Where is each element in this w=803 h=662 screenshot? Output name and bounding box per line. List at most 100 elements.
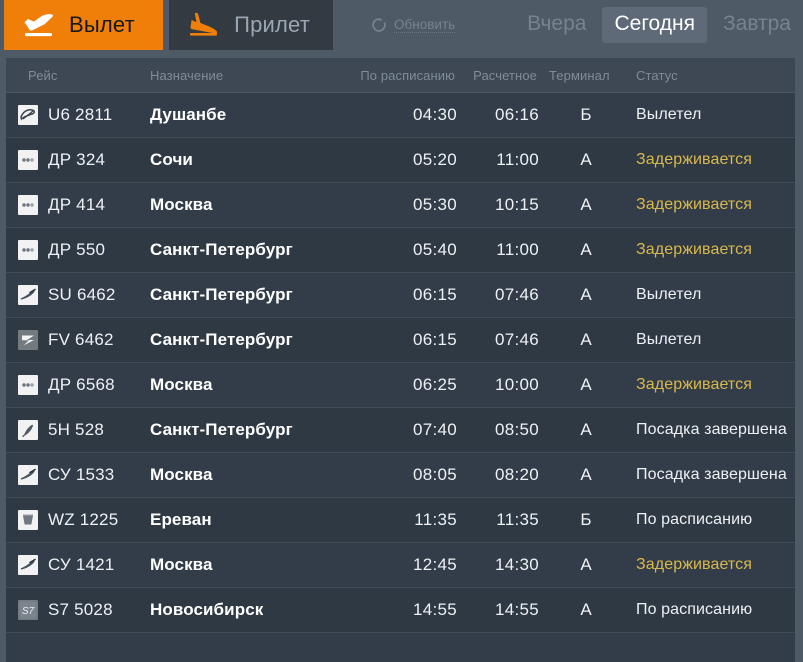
cell-terminal: А	[539, 420, 633, 440]
flight-board: Вылет Прилет Обновить Вчера Сегодня Завт…	[0, 0, 803, 662]
cell-scheduled-text: 06:15	[412, 285, 457, 304]
cell-destination-text: Санкт-Петербург	[150, 420, 293, 439]
cell-estimated-text: 10:15	[494, 195, 539, 214]
cell-destination: Новосибирск	[150, 600, 345, 620]
day-button-today[interactable]: Сегодня	[602, 7, 707, 43]
cell-flight: ДР 550	[6, 240, 150, 260]
cell-status: Задерживается	[633, 196, 795, 214]
cell-flight: U6 2811	[6, 105, 150, 125]
cell-status-text: Посадка завершена	[636, 466, 787, 483]
table-header-row: Рейс Назначение По расписанию Расчетное …	[6, 58, 795, 93]
column-header-flight[interactable]: Рейс	[6, 68, 150, 83]
table-row[interactable]: FV 6462 Санкт-Петербург 06:15 07:46 А Вылетел	[6, 318, 795, 363]
cell-terminal-text: А	[580, 420, 592, 439]
refresh-icon	[371, 17, 387, 33]
cell-scheduled-text: 05:40	[412, 240, 457, 259]
table-row[interactable]: ДР 550 Санкт-Петербург 05:40 11:00 А Задержив…	[6, 228, 795, 273]
column-header-estimated[interactable]: Расчетное	[457, 68, 539, 83]
cell-scheduled: 07:40	[345, 420, 457, 440]
cell-estimated-text: 07:46	[494, 285, 539, 304]
cell-status-text: Вылетел	[636, 286, 702, 303]
cell-status: Задерживается	[633, 151, 795, 169]
cell-terminal-text: А	[580, 285, 592, 304]
table-row[interactable]: SU 6462 Санкт-Петербург 06:15 07:46 А Вылетел	[6, 273, 795, 318]
cell-terminal: Б	[539, 510, 633, 530]
cell-status-text: Вылетел	[636, 331, 702, 348]
cell-estimated-text: 14:30	[494, 555, 539, 574]
cell-terminal: Б	[539, 105, 633, 125]
airline-logo-su	[18, 465, 38, 485]
cell-terminal-text: А	[580, 465, 592, 484]
cell-estimated: 11:35	[457, 510, 539, 530]
flight-number: ДР 324	[48, 150, 106, 169]
cell-estimated-text: 14:55	[494, 600, 539, 619]
cell-estimated: 10:15	[457, 195, 539, 215]
cell-scheduled-text: 07:40	[412, 420, 457, 439]
cell-flight: 5H 528	[6, 420, 150, 440]
cell-terminal: А	[539, 240, 633, 260]
airline-logo-fv	[18, 330, 38, 350]
table-row[interactable]: WZ 1225 Ереван 11:35 11:35 Б По расписанию	[6, 498, 795, 543]
cell-destination-text: Санкт-Петербург	[150, 330, 293, 349]
table-row[interactable]: СУ 1421 Москва 12:45 14:30 А Задерживается	[6, 543, 795, 588]
cell-scheduled-text: 11:35	[414, 510, 457, 529]
table-row[interactable]: ДР 414 Москва 05:30 10:15 А Задерживается	[6, 183, 795, 228]
flight-number: S7 5028	[48, 600, 113, 619]
cell-scheduled: 14:55	[345, 600, 457, 620]
column-header-status[interactable]: Статус	[633, 68, 795, 83]
flight-number: WZ 1225	[48, 510, 119, 529]
column-header-destination[interactable]: Назначение	[150, 68, 345, 83]
tab-arrival-label: Прилет	[234, 12, 311, 37]
airline-logo-su	[18, 555, 38, 575]
cell-destination: Москва	[150, 555, 345, 575]
column-header-scheduled[interactable]: По расписанию	[345, 68, 457, 83]
cell-flight: SU 6462	[6, 285, 150, 305]
cell-terminal-text: А	[580, 600, 592, 619]
cell-terminal: А	[539, 555, 633, 575]
cell-scheduled: 12:45	[345, 555, 457, 575]
cell-terminal: А	[539, 600, 633, 620]
cell-scheduled-text: 08:05	[412, 465, 457, 484]
column-header-terminal[interactable]: Терминал	[539, 68, 633, 83]
day-button-yesterday[interactable]: Вчера	[515, 7, 598, 43]
cell-destination: Санкт-Петербург	[150, 330, 345, 350]
cell-status-text: Посадка завершена	[636, 421, 787, 438]
svg-text:S7: S7	[22, 606, 35, 617]
cell-flight: ДР 6568	[6, 375, 150, 395]
table-row[interactable]: СУ 1533 Москва 08:05 08:20 А Посадка завершен…	[6, 453, 795, 498]
table-row[interactable]: S7 S7 5028 Новосибирск 14:55 14:55 А По распис…	[6, 588, 795, 633]
cell-flight: СУ 1533	[6, 465, 150, 485]
cell-estimated-text: 10:00	[494, 375, 539, 394]
table-row[interactable]: ДР 6568 Москва 06:25 10:00 А Задерживается	[6, 363, 795, 408]
table-row[interactable]: 5H 528 Санкт-Петербург 07:40 08:50 А Посадка …	[6, 408, 795, 453]
cell-destination: Москва	[150, 465, 345, 485]
day-button-tomorrow[interactable]: Завтра	[711, 7, 803, 43]
refresh-label: Обновить	[394, 17, 456, 33]
airline-logo-dr	[18, 240, 38, 260]
cell-scheduled-text: 05:20	[412, 150, 457, 169]
cell-destination-text: Душанбе	[150, 105, 227, 124]
cell-status: Вылетел	[633, 106, 795, 124]
table-row[interactable]: ДР 324 Сочи 05:20 11:00 А Задерживается	[6, 138, 795, 183]
cell-terminal: А	[539, 465, 633, 485]
cell-status-text: Вылетел	[636, 106, 702, 123]
cell-destination: Сочи	[150, 150, 345, 170]
cell-terminal: А	[539, 285, 633, 305]
cell-destination: Санкт-Петербург	[150, 240, 345, 260]
flights-table: Рейс Назначение По расписанию Расчетное …	[6, 58, 795, 662]
cell-status: Вылетел	[633, 331, 795, 349]
flight-number: U6 2811	[48, 105, 113, 124]
refresh-button[interactable]: Обновить	[365, 17, 461, 33]
cell-scheduled: 06:15	[345, 285, 457, 305]
cell-terminal: А	[539, 195, 633, 215]
table-row[interactable]: U6 2811 Душанбе 04:30 06:16 Б Вылетел	[6, 93, 795, 138]
table-body: U6 2811 Душанбе 04:30 06:16 Б Вылетел ДР 324 Со…	[6, 93, 795, 633]
cell-terminal-text: А	[580, 555, 592, 574]
cell-scheduled-text: 04:30	[412, 105, 457, 124]
cell-destination-text: Сочи	[150, 150, 193, 169]
cell-estimated: 14:30	[457, 555, 539, 575]
tab-departure[interactable]: Вылет	[4, 0, 164, 50]
cell-destination: Санкт-Петербург	[150, 420, 345, 440]
tab-arrival[interactable]: Прилет	[169, 0, 334, 50]
cell-terminal-text: А	[580, 240, 592, 259]
